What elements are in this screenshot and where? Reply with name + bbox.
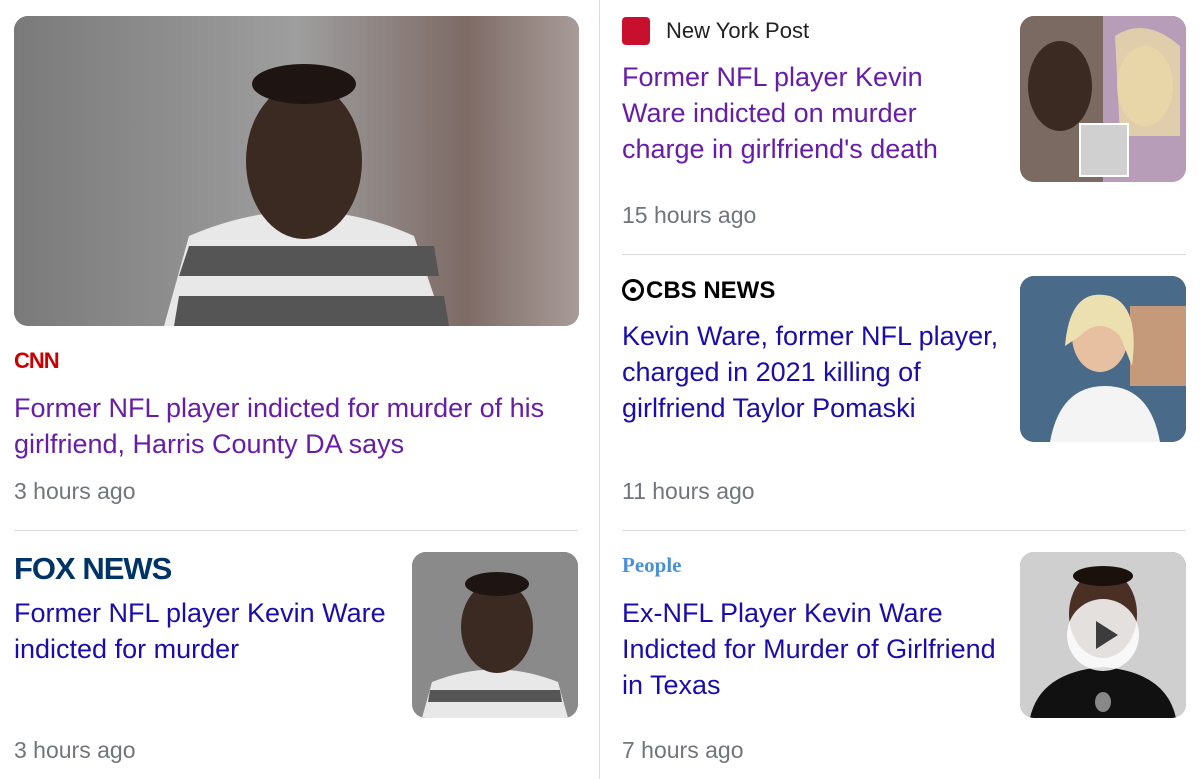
source-logo-cbs: CBS NEWS [622,277,775,305]
article-timestamp: 3 hours ago [14,478,136,504]
article-headline[interactable]: Former NFL player Kevin Ware indicted fo… [14,595,394,667]
source-name: New York Post [666,18,810,43]
article-thumbnail[interactable] [412,552,578,718]
couple-photo [1020,16,1186,182]
article-timestamp: 15 hours ago [622,202,757,228]
news-card-fox[interactable]: FOX NEWS Former NFL player Kevin Ware in… [0,531,590,779]
article-timestamp: 3 hours ago [14,737,136,763]
article-timestamp: 7 hours ago [622,737,744,763]
source-logo-people: People [622,553,682,577]
source-logo-fox: FOX NEWS [14,551,172,586]
article-thumbnail[interactable] [14,16,579,326]
article-thumbnail[interactable] [1020,552,1186,718]
article-headline[interactable]: Kevin Ware, former NFL player, charged i… [622,318,1007,426]
woman-photo [1020,276,1186,442]
mugshot-image [412,552,578,718]
cbs-eye-icon [622,279,644,301]
new-york-post-icon [622,17,650,45]
news-card-nypost[interactable]: New York Post Former NFL player Kevin Wa… [600,0,1200,254]
source-logo-cnn: CNN [14,348,60,373]
news-card-people[interactable]: People Ex-NFL Player Kevin Ware Indicted… [600,531,1200,779]
article-headline[interactable]: Former NFL player indicted for murder of… [14,390,569,462]
news-card-cbs[interactable]: CBS NEWS Kevin Ware, former NFL player, … [600,255,1200,530]
news-card-cnn[interactable]: CNN Former NFL player indicted for murde… [0,0,590,530]
source-name: CBS NEWS [646,277,776,304]
article-timestamp: 11 hours ago [622,478,755,504]
mugshot-image [14,16,579,326]
article-headline[interactable]: Former NFL player Kevin Ware indicted on… [622,59,987,167]
article-headline[interactable]: Ex-NFL Player Kevin Ware Indicted for Mu… [622,595,1002,703]
article-thumbnail[interactable] [1020,276,1186,442]
article-thumbnail[interactable] [1020,16,1186,182]
play-icon[interactable] [1067,599,1139,671]
